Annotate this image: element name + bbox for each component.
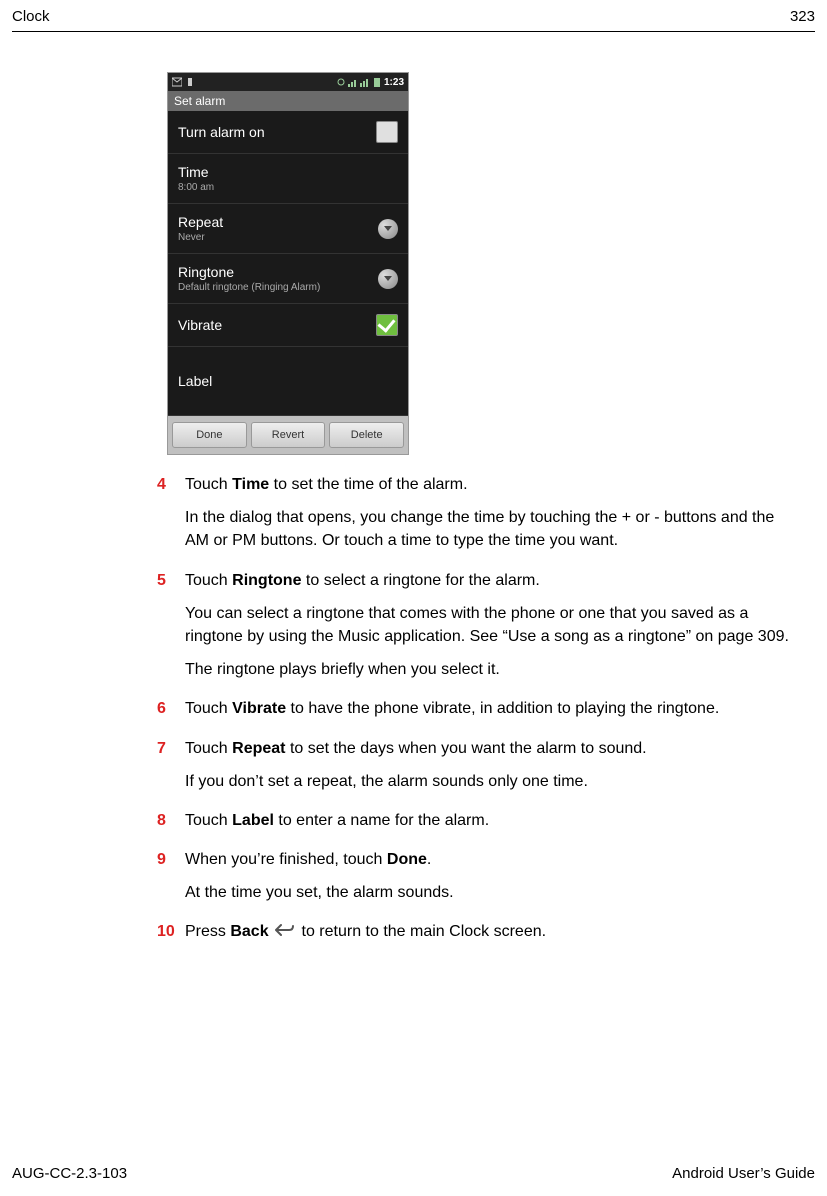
row-label: Turn alarm on <box>178 124 265 140</box>
step-number: 5 <box>157 569 185 692</box>
status-bar: 1:23 <box>168 73 408 91</box>
gps-icon <box>336 77 346 87</box>
row-label-field[interactable]: Label <box>168 347 408 416</box>
step-text: Touch <box>185 572 232 589</box>
step-text: to select a ringtone for the alarm. <box>301 572 539 589</box>
checkbox-checked-icon[interactable] <box>376 314 398 336</box>
done-button[interactable]: Done <box>172 422 247 448</box>
step-bold: Repeat <box>232 740 285 757</box>
mail-icon <box>172 77 182 87</box>
step-bold: Ringtone <box>232 572 301 589</box>
step-text: to return to the main Clock screen. <box>302 923 547 940</box>
button-row: Done Revert Delete <box>168 416 408 454</box>
screen-title: Set alarm <box>168 91 408 111</box>
row-vibrate[interactable]: Vibrate <box>168 304 408 347</box>
step-7: 7 Touch Repeat to set the days when you … <box>157 737 795 803</box>
step-text: When you’re finished, touch <box>185 851 387 868</box>
row-label: Repeat <box>178 214 223 230</box>
step-bold: Back <box>230 923 268 940</box>
row-turn-alarm-on[interactable]: Turn alarm on <box>168 111 408 154</box>
chevron-down-icon <box>378 269 398 289</box>
step-4: 4 Touch Time to set the time of the alar… <box>157 473 795 563</box>
phone-screenshot: 1:23 Set alarm Turn alarm on Time 8:00 a… <box>167 72 409 455</box>
checkbox-unchecked-icon[interactable] <box>376 121 398 143</box>
step-text: Touch <box>185 740 232 757</box>
page-number: 323 <box>790 8 815 25</box>
status-time: 1:23 <box>384 77 404 88</box>
step-9: 9 When you’re finished, touch Done. At t… <box>157 848 795 914</box>
row-label: Vibrate <box>178 317 222 333</box>
step-text: Touch <box>185 476 232 493</box>
back-icon <box>275 921 295 944</box>
step-bold: Done <box>387 851 427 868</box>
header-title: Clock <box>12 8 50 25</box>
step-paragraph: The ringtone plays briefly when you sele… <box>185 658 795 681</box>
instruction-steps: 4 Touch Time to set the time of the alar… <box>157 473 795 954</box>
step-text: Press <box>185 923 230 940</box>
page-header: Clock 323 <box>12 8 815 32</box>
step-paragraph: At the time you set, the alarm sounds. <box>185 881 795 904</box>
step-5: 5 Touch Ringtone to select a ringtone fo… <box>157 569 795 692</box>
step-6: 6 Touch Vibrate to have the phone vibrat… <box>157 697 795 730</box>
page-footer: AUG-CC-2.3-103 Android User’s Guide <box>12 1165 815 1182</box>
step-text: to have the phone vibrate, in addition t… <box>286 700 719 717</box>
step-paragraph: If you don’t set a repeat, the alarm sou… <box>185 770 795 793</box>
chevron-down-icon <box>378 219 398 239</box>
step-text: Touch <box>185 700 232 717</box>
step-bold: Label <box>232 812 274 829</box>
step-10: 10 Press Back to return to the main Cloc… <box>157 920 795 953</box>
row-sublabel: Never <box>178 232 223 243</box>
step-bold: Vibrate <box>232 700 286 717</box>
step-number: 4 <box>157 473 185 563</box>
step-text: Touch <box>185 812 232 829</box>
row-time[interactable]: Time 8:00 am <box>168 154 408 204</box>
step-paragraph: In the dialog that opens, you change the… <box>185 506 795 552</box>
step-number: 9 <box>157 848 185 914</box>
revert-button[interactable]: Revert <box>251 422 326 448</box>
step-number: 8 <box>157 809 185 842</box>
network-icon <box>360 77 370 87</box>
footer-left: AUG-CC-2.3-103 <box>12 1165 127 1182</box>
battery-icon <box>372 77 382 87</box>
step-text: to set the days when you want the alarm … <box>286 740 647 757</box>
usb-icon <box>185 77 195 87</box>
row-label: Label <box>178 373 212 389</box>
step-text: to set the time of the alarm. <box>269 476 467 493</box>
step-text: to enter a name for the alarm. <box>274 812 489 829</box>
step-number: 7 <box>157 737 185 803</box>
signal-icon <box>348 77 358 87</box>
step-text: . <box>427 851 431 868</box>
row-sublabel: Default ringtone (Ringing Alarm) <box>178 282 320 293</box>
step-8: 8 Touch Label to enter a name for the al… <box>157 809 795 842</box>
row-ringtone[interactable]: Ringtone Default ringtone (Ringing Alarm… <box>168 254 408 304</box>
row-repeat[interactable]: Repeat Never <box>168 204 408 254</box>
step-paragraph: You can select a ringtone that comes wit… <box>185 602 795 648</box>
step-number: 10 <box>157 920 185 953</box>
step-number: 6 <box>157 697 185 730</box>
row-sublabel: 8:00 am <box>178 182 214 193</box>
footer-right: Android User’s Guide <box>672 1165 815 1182</box>
delete-button[interactable]: Delete <box>329 422 404 448</box>
step-bold: Time <box>232 476 269 493</box>
row-label: Time <box>178 164 214 180</box>
row-label: Ringtone <box>178 264 320 280</box>
